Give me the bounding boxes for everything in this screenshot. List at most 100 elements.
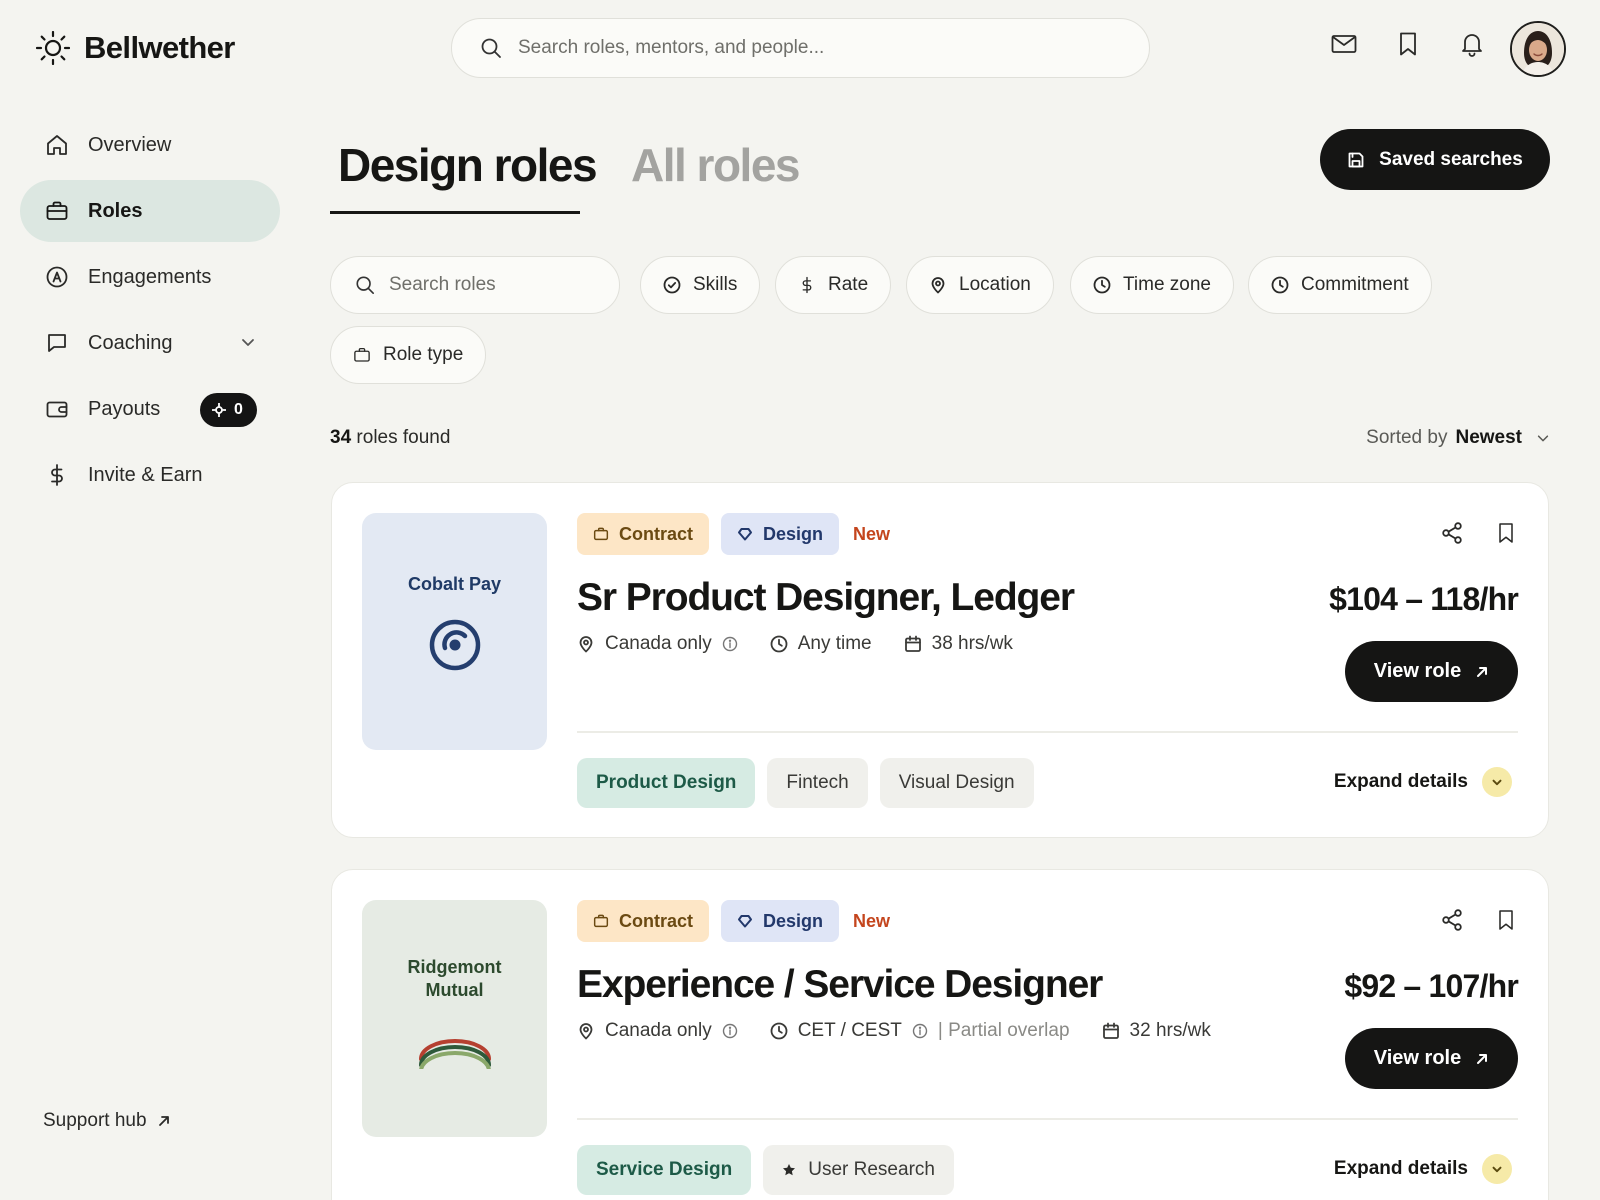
skill-tag[interactable]: Visual Design — [879, 758, 1034, 808]
dollar-icon — [44, 462, 70, 488]
location-meta: Canada only — [577, 1020, 738, 1042]
skill-tag[interactable]: Fintech — [767, 758, 868, 808]
bell-icon[interactable] — [1458, 30, 1486, 58]
expand-details-button[interactable]: Expand details — [1334, 1154, 1512, 1184]
expand-details-button[interactable]: Expand details — [1334, 767, 1512, 797]
filter-label: Location — [959, 274, 1031, 295]
info-icon[interactable] — [912, 1023, 928, 1039]
role-meta: Canada only Any time 38 hrs/wk — [577, 633, 1031, 655]
mail-icon[interactable] — [1330, 30, 1358, 58]
skill-label: User Research — [808, 1159, 935, 1180]
briefcase-icon — [593, 913, 609, 929]
role-search[interactable] — [330, 256, 620, 314]
tag-label: Design — [763, 910, 824, 931]
check-circle-icon — [663, 276, 681, 294]
save-icon — [1347, 151, 1365, 169]
company-tile: Cobalt Pay — [362, 513, 547, 750]
location-meta: Canada only — [577, 633, 738, 655]
role-search-input[interactable] — [389, 274, 609, 296]
info-icon[interactable] — [722, 1023, 738, 1039]
chevron-down-icon — [1482, 767, 1512, 797]
sidebar-item-engagements[interactable]: Engagements — [20, 246, 280, 308]
company-name: Cobalt Pay — [407, 574, 502, 594]
filter-label: Role type — [383, 344, 464, 365]
role-rate: $104 – 118/hr — [1329, 581, 1519, 617]
sparkle-icon — [212, 403, 226, 417]
skill-tag[interactable]: Service Design — [577, 1145, 752, 1195]
share-icon[interactable] — [1440, 521, 1464, 545]
role-card: Ridgemont Mutual Contract Design New Exp… — [331, 869, 1549, 1200]
contract-tag: Contract — [577, 513, 710, 555]
tab-all-roles[interactable]: All roles — [631, 138, 801, 192]
map-pin-icon — [577, 635, 595, 653]
bookmark-icon[interactable] — [1394, 30, 1422, 58]
filter-time-zone[interactable]: Time zone — [1070, 256, 1234, 314]
map-pin-icon — [577, 1022, 595, 1040]
active-tab-indicator — [330, 211, 580, 214]
hours-meta: 38 hrs/wk — [904, 633, 1013, 655]
share-icon[interactable] — [1440, 908, 1464, 932]
payouts-badge: 0 — [200, 393, 257, 427]
skill-tag[interactable]: User Research — [763, 1145, 954, 1195]
sidebar-item-coaching[interactable]: Coaching — [20, 312, 280, 374]
overlap-text: | Partial overlap — [937, 1020, 1070, 1041]
filter-label: Skills — [693, 274, 738, 295]
role-rate: $92 – 107/hr — [1344, 968, 1518, 1004]
app-logo[interactable]: Bellwether — [36, 30, 235, 66]
info-icon[interactable] — [722, 636, 738, 652]
filter-location[interactable]: Location — [906, 256, 1054, 314]
global-search-input[interactable] — [518, 37, 1078, 59]
saved-searches-button[interactable]: Saved searches — [1320, 129, 1550, 190]
design-tag: Design — [721, 900, 840, 942]
filter-label: Time zone — [1123, 274, 1211, 295]
view-role-button[interactable]: View role — [1345, 641, 1518, 702]
timezone-meta: CET / CEST | Partial overlap — [770, 1020, 1070, 1042]
sidebar-nav: Overview Roles Engagements Coaching Payo… — [20, 114, 280, 510]
sidebar-item-roles[interactable]: Roles — [20, 180, 280, 242]
support-hub-label: Support hub — [43, 1110, 147, 1131]
search-icon — [355, 275, 375, 295]
filter-role-type[interactable]: Role type — [330, 326, 487, 384]
app-name: Bellwether — [84, 30, 235, 65]
skill-tags: Product Design Fintech Visual Design — [577, 758, 1034, 808]
sidebar-item-label: Overview — [88, 133, 172, 156]
filter-rate[interactable]: Rate — [775, 256, 892, 314]
briefcase-icon — [593, 526, 609, 542]
support-hub-link[interactable]: Support hub — [43, 1110, 171, 1132]
filter-commitment[interactable]: Commitment — [1248, 256, 1432, 314]
dollar-icon — [798, 276, 816, 294]
skill-tag[interactable]: Product Design — [577, 758, 756, 808]
sidebar-item-invite-earn[interactable]: Invite & Earn — [20, 444, 280, 506]
hours-meta: 32 hrs/wk — [1102, 1020, 1211, 1042]
timezone-text: CET / CEST — [797, 1020, 902, 1041]
clock-icon — [1271, 276, 1289, 294]
global-search[interactable] — [451, 18, 1150, 78]
card-divider — [577, 1118, 1518, 1120]
bookmark-icon[interactable] — [1494, 521, 1518, 545]
sort-dropdown[interactable]: Sorted by Newest — [1366, 427, 1550, 449]
user-avatar[interactable] — [1510, 21, 1566, 77]
filter-label: Rate — [828, 274, 869, 295]
filter-skills[interactable]: Skills — [640, 256, 761, 314]
sidebar-item-overview[interactable]: Overview — [20, 114, 280, 176]
tag-label: Contract — [619, 523, 694, 544]
briefcase-icon — [44, 198, 70, 224]
view-role-button[interactable]: View role — [1345, 1028, 1518, 1089]
role-meta: Canada only CET / CEST | Partial overlap… — [577, 1020, 1229, 1042]
chevron-down-icon — [1536, 431, 1550, 445]
card-actions — [1440, 908, 1518, 932]
design-tag: Design — [721, 513, 840, 555]
bookmark-icon[interactable] — [1494, 908, 1518, 932]
chevron-down-icon[interactable] — [240, 334, 256, 350]
tab-design-roles[interactable]: Design roles — [338, 138, 598, 192]
star-icon — [782, 1163, 796, 1177]
role-title[interactable]: Experience / Service Designer — [577, 963, 1103, 1007]
sidebar-item-label: Engagements — [88, 265, 212, 288]
saved-searches-label: Saved searches — [1379, 148, 1523, 170]
role-title[interactable]: Sr Product Designer, Ledger — [577, 576, 1075, 620]
badge-count: 0 — [234, 401, 243, 418]
company-logo — [428, 618, 482, 672]
chevron-down-icon — [1482, 1154, 1512, 1184]
calendar-icon — [904, 635, 922, 653]
sidebar-item-payouts[interactable]: Payouts 0 — [20, 378, 280, 440]
